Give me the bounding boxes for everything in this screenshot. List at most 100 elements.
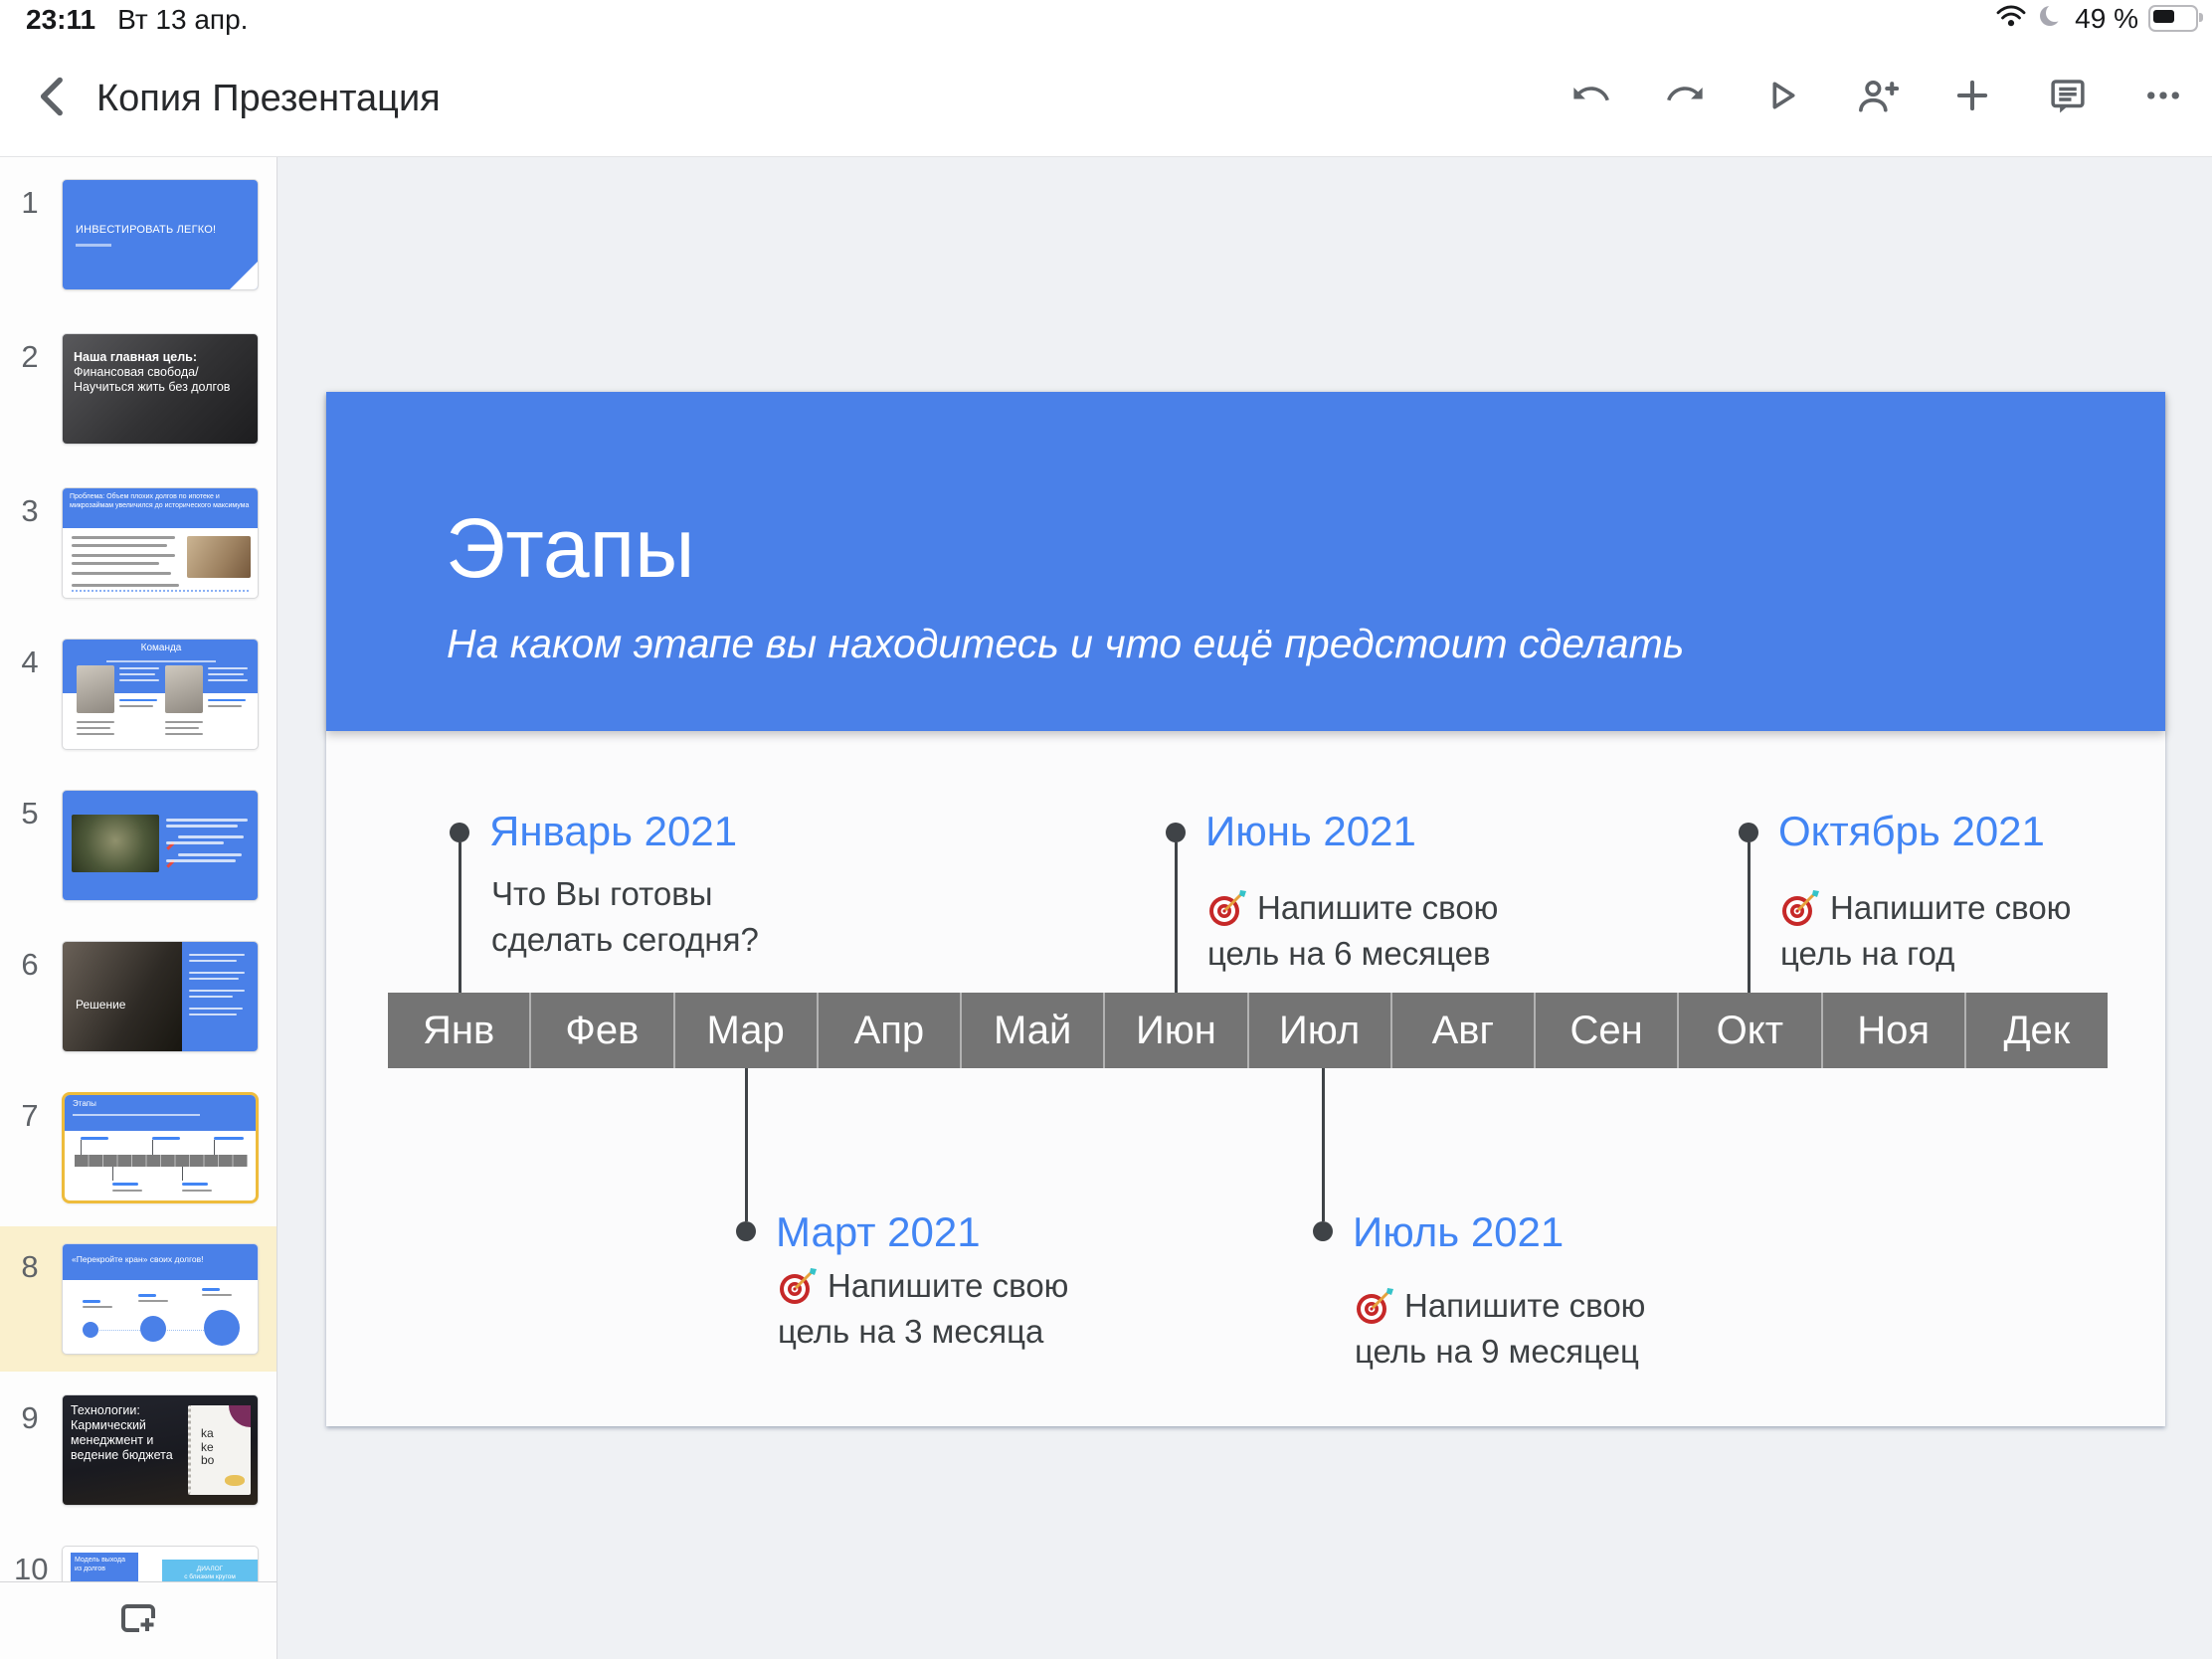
person-add-icon — [1855, 74, 1899, 122]
toolbar: Копия Презентация — [0, 36, 2212, 157]
slide-number: 9 — [14, 1400, 46, 1436]
thumb-box: Модель выхода из долгов — [71, 1553, 138, 1581]
slide-thumbnail-item: 9 Технологии: Кармический менеджмент и в… — [0, 1394, 276, 1546]
month-cell: Апр — [819, 993, 962, 1068]
present-play-icon — [1761, 76, 1801, 120]
month-cell: Сен — [1536, 993, 1679, 1068]
slide-canvas: Этапы На каком этапе вы находитесь и что… — [277, 157, 2212, 1659]
back-button[interactable] — [26, 74, 76, 123]
thumb-title: Решение — [76, 998, 125, 1012]
slide-thumbnail-item: 1 ИНВЕСТИРОВАТЬ ЛЕГКО! — [0, 179, 276, 330]
slide-panel-footer — [0, 1581, 276, 1659]
target-dart-icon — [1780, 888, 1820, 928]
page-fold — [230, 262, 258, 289]
present-button[interactable] — [1758, 72, 1804, 123]
wifi-icon — [1995, 3, 2027, 34]
back-chevron-icon — [34, 75, 68, 123]
target-dart-icon — [1355, 1286, 1394, 1326]
timeline-connector — [1748, 842, 1751, 993]
milestone-body[interactable]: Напишите свою цель на 9 месяцец — [1355, 1283, 1645, 1375]
thumb-title: Этапы — [73, 1099, 96, 1108]
timeline-dot — [1166, 823, 1186, 842]
comment-icon — [2047, 75, 2089, 121]
slide-thumbnail-item: 5 — [0, 790, 276, 941]
milestone-title[interactable]: Январь 2021 — [489, 808, 737, 855]
slide-title[interactable]: Этапы — [446, 499, 694, 597]
slide-thumbnail-item-selected: 7 Этапы — [0, 1092, 276, 1243]
comments-button[interactable] — [2045, 72, 2091, 123]
add-slide-button[interactable] — [118, 1598, 160, 1640]
milestone-body[interactable]: Напишите свою цель на 3 месяца — [778, 1263, 1068, 1355]
slide-3-thumbnail[interactable]: Проблема: Объем плохих долгов по ипотеке… — [62, 487, 259, 599]
timeline-connector — [1322, 1068, 1325, 1221]
milestone-body[interactable]: Напишите свою цель на год — [1780, 885, 2071, 977]
month-cell: Авг — [1392, 993, 1536, 1068]
milestone-title[interactable]: Июнь 2021 — [1205, 808, 1416, 855]
target-dart-icon — [1207, 888, 1247, 928]
slide-2-thumbnail[interactable]: Наша главная цель: Финансовая свобода/ Н… — [62, 333, 259, 445]
battery-icon — [2148, 5, 2198, 32]
slide-8-thumbnail[interactable]: «Перекройте кран» своих долгов! — [62, 1243, 259, 1355]
slide-thumbnail-item: 2 Наша главная цель: Финансовая свобода/… — [0, 333, 276, 484]
slide-thumbnail-item: 4 Команда — [0, 639, 276, 790]
slide-number: 7 — [14, 1098, 46, 1134]
timeline-dot — [450, 823, 469, 842]
milestone-title[interactable]: Июль 2021 — [1353, 1208, 1564, 1256]
milestone-body[interactable]: Что Вы готовы сделать сегодня? — [491, 871, 759, 963]
add-slide-icon — [118, 1627, 160, 1644]
timeline-dot — [1739, 823, 1758, 842]
current-slide[interactable]: Этапы На каком этапе вы находитесь и что… — [326, 392, 2165, 1426]
redo-icon — [1665, 75, 1707, 121]
month-cell: Дек — [1966, 993, 2108, 1068]
slide-thumbnail-item: 8 «Перекройте кран» своих долгов! — [0, 1243, 276, 1394]
slide-number: 4 — [14, 645, 46, 680]
slide-number: 1 — [14, 185, 46, 221]
slide-subtitle[interactable]: На каком этапе вы находитесь и что ещё п… — [447, 619, 1684, 668]
thumb-photo — [165, 665, 203, 713]
month-cell: Ноя — [1823, 993, 1966, 1068]
slide-header-band[interactable]: Этапы На каком этапе вы находитесь и что… — [326, 392, 2165, 731]
slide-7-thumbnail[interactable]: Этапы — [62, 1092, 259, 1203]
redo-button[interactable] — [1663, 72, 1709, 123]
timeline-month-bar[interactable]: Янв Фев Мар Апр Май Июн Июл Авг Сен Окт … — [388, 993, 2108, 1068]
undo-button[interactable] — [1567, 72, 1613, 123]
more-options-button[interactable] — [2140, 72, 2186, 123]
milestone-title[interactable]: Октябрь 2021 — [1778, 808, 2045, 855]
slide-thumbnail-item: 10 Модель выхода из долгов ДИАЛОГ с близ… — [0, 1546, 276, 1581]
date: Вт 13 апр. — [117, 4, 248, 36]
slide-6-thumbnail[interactable]: Решение — [62, 941, 259, 1052]
google-slides-app: 23:11 Вт 13 апр. 49 % Копия Презентация — [0, 0, 2212, 1659]
slide-number: 3 — [14, 493, 46, 529]
ellipsis-icon — [2142, 75, 2184, 121]
slide-thumbnail-item: 6 Решение — [0, 941, 276, 1092]
thumb-title: Проблема: Объем плохих долгов по ипотеке… — [63, 488, 259, 528]
insert-button[interactable] — [1949, 72, 1995, 123]
milestone-body[interactable]: Напишите свою цель на 6 месяцев — [1207, 885, 1498, 977]
slide-10-thumbnail[interactable]: Модель выхода из долгов ДИАЛОГ с близким… — [62, 1546, 259, 1581]
month-cell: Июн — [1105, 993, 1248, 1068]
kakebo-book: ka ke bo — [188, 1405, 251, 1495]
milestone-title[interactable]: Март 2021 — [776, 1208, 981, 1256]
slide-thumbnail-item: 3 Проблема: Объем плохих долгов по ипоте… — [0, 487, 276, 639]
month-cell: Янв — [388, 993, 531, 1068]
document-title[interactable]: Копия Презентация — [96, 78, 441, 120]
thumb-title: Команда — [63, 643, 259, 653]
slide-number: 8 — [14, 1249, 46, 1285]
slide-4-thumbnail[interactable]: Команда — [62, 639, 259, 750]
month-cell: Мар — [675, 993, 819, 1068]
slide-number: 10 — [14, 1552, 46, 1581]
slide-number: 5 — [14, 796, 46, 831]
month-cell: Фев — [531, 993, 674, 1068]
slide-5-thumbnail[interactable] — [62, 790, 259, 901]
slide-panel: 1 ИНВЕСТИРОВАТЬ ЛЕГКО! 2 Наша главная це… — [0, 157, 277, 1659]
thumb-photo — [72, 815, 159, 872]
month-cell: Июл — [1249, 993, 1392, 1068]
thumb-photo — [187, 536, 251, 578]
thumb-title: Наша главная цель: — [74, 350, 197, 364]
thumb-timeline-bar — [75, 1155, 248, 1167]
battery-percent: 49 % — [2075, 3, 2138, 35]
slide-1-thumbnail[interactable]: ИНВЕСТИРОВАТЬ ЛЕГКО! — [62, 179, 259, 290]
share-button[interactable] — [1854, 72, 1900, 123]
slide-9-thumbnail[interactable]: Технологии: Кармический менеджмент и вед… — [62, 1394, 259, 1506]
timeline-dot — [736, 1221, 756, 1241]
